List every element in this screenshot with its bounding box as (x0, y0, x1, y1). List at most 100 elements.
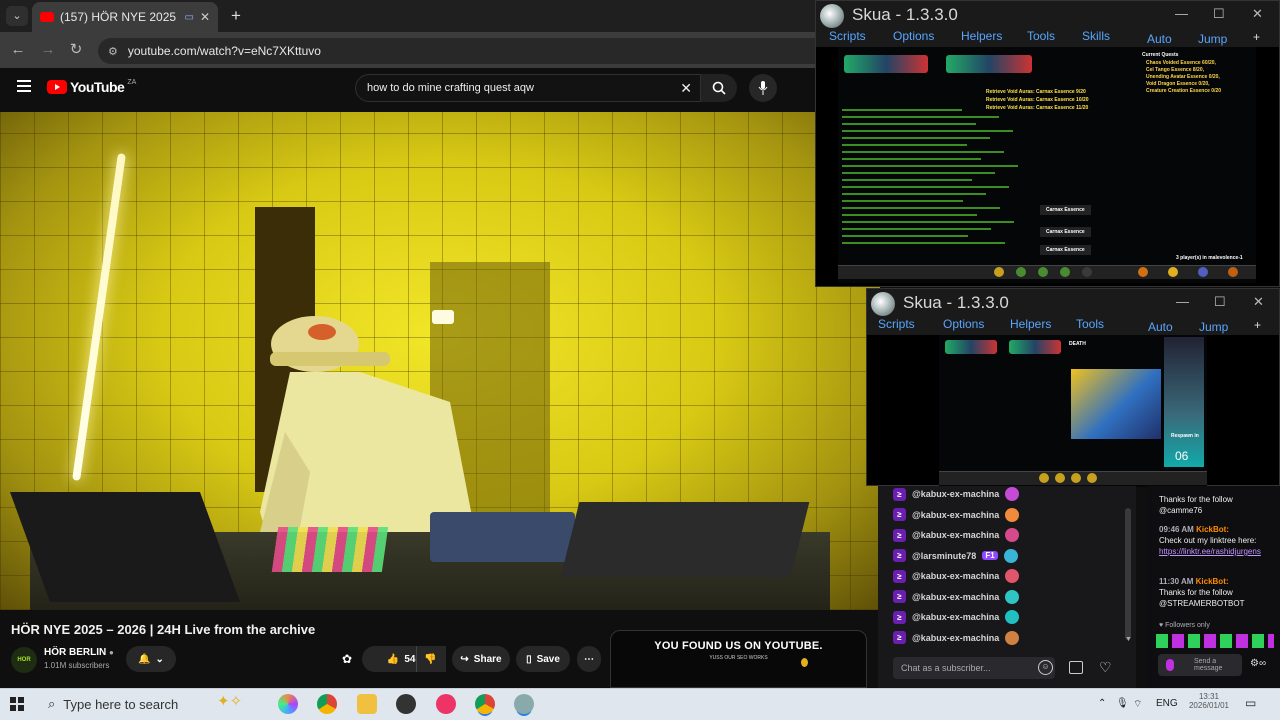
menu-scripts[interactable]: Scripts (829, 29, 866, 43)
emoji-icon[interactable]: ☺ (1038, 660, 1053, 675)
menu-helpers[interactable]: Helpers (1010, 317, 1051, 331)
voice-search-button[interactable] (749, 74, 777, 102)
site-info-icon[interactable]: ⚙ (108, 45, 118, 58)
menu-options[interactable]: Options (893, 29, 934, 43)
skua-taskbar-icon[interactable] (514, 694, 534, 714)
skill-icon[interactable] (1055, 473, 1065, 483)
skill-icon[interactable] (1060, 267, 1070, 277)
skill-icon[interactable] (1039, 473, 1049, 483)
chat-scrollbar[interactable] (1125, 508, 1131, 640)
minimize-icon[interactable]: — (1176, 294, 1189, 309)
subscribed-bell-button[interactable]: 🔔 ⌄ (126, 646, 176, 672)
tab-search-button[interactable]: ⌄ (6, 6, 28, 26)
channel-name[interactable]: HÖR BERLIN ● (44, 647, 114, 658)
menu-icon[interactable] (1168, 267, 1178, 277)
window-close-icon[interactable]: ✕ (1253, 294, 1264, 310)
promo-card[interactable]: YOU FOUND US ON YOUTUBE. YUSS OUR SEO WO… (610, 630, 867, 688)
browser-tab[interactable]: (157) HÖR NYE 2025 – 2026 ▭ ✕ (32, 2, 218, 32)
skill-icon[interactable] (1087, 473, 1097, 483)
dislike-button[interactable]: 👎 (416, 646, 444, 672)
log-line (842, 158, 981, 160)
maximize-icon[interactable]: ☐ (1214, 294, 1226, 310)
menu-jump[interactable]: Jump (1198, 32, 1227, 46)
app-icon[interactable] (436, 694, 456, 714)
back-icon[interactable]: ← (8, 40, 28, 60)
chat-username[interactable]: @kabux-ex-machina (912, 592, 999, 602)
maximize-icon[interactable]: ☐ (1213, 6, 1225, 22)
clock[interactable]: 13:31 2026/01/01 (1184, 692, 1234, 710)
chat-username[interactable]: @kabux-ex-machina (912, 571, 999, 581)
menu-auto[interactable]: Auto (1148, 320, 1173, 334)
menu-skills[interactable]: Skills (1082, 29, 1110, 43)
verified-icon: ● (109, 648, 114, 657)
skill-icon[interactable] (994, 267, 1004, 277)
gift-icon[interactable]: ✿ (342, 652, 352, 666)
chrome-icon[interactable] (317, 694, 337, 714)
drop-notice[interactable]: Carnax Essence (1040, 205, 1091, 215)
copilot-icon[interactable] (278, 694, 298, 714)
skill-icon[interactable] (1071, 473, 1081, 483)
menu-auto[interactable]: Auto (1147, 32, 1172, 46)
add-icon[interactable]: + (1253, 30, 1260, 44)
notification-icon[interactable]: ▭ (1245, 696, 1256, 710)
menu-icon[interactable] (17, 80, 31, 92)
language-indicator[interactable]: ENG (1156, 698, 1178, 709)
channel-avatar[interactable]: HOR (11, 647, 37, 673)
settings-icon[interactable]: ⚙∞ (1250, 658, 1266, 669)
search-input[interactable]: how to do mine crafting quest aqw ✕ (355, 74, 701, 102)
tab-close-icon[interactable]: ✕ (200, 10, 210, 24)
share-button[interactable]: ↪ Share (452, 646, 510, 672)
youtube-logo[interactable]: YouTube ZA (47, 79, 136, 95)
emote-icon (1005, 589, 1020, 604)
chat-username[interactable]: @kabux-ex-machina (912, 633, 999, 643)
forward-icon[interactable]: → (38, 40, 58, 60)
video-player[interactable]: ⌂ (0, 112, 880, 610)
clear-search-icon[interactable]: ✕ (680, 80, 692, 97)
linktree-link[interactable]: https://linktr.ee/rashidjurgens (1159, 547, 1261, 556)
search-button[interactable] (701, 74, 737, 102)
chat-username[interactable]: @larsminute78 (912, 551, 976, 561)
chat-username[interactable]: @kabux-ex-machina (912, 530, 999, 540)
chat-username[interactable]: @kabux-ex-machina (912, 612, 999, 622)
drop-notice[interactable]: Carnax Essence (1040, 227, 1091, 237)
menu-options[interactable]: Options (943, 317, 984, 331)
skill-icon[interactable] (1038, 267, 1048, 277)
menu-icon[interactable] (1138, 267, 1148, 277)
emote-row[interactable] (1156, 634, 1274, 648)
add-icon[interactable]: + (1254, 318, 1261, 332)
menu-scripts[interactable]: Scripts (878, 317, 915, 331)
menu-jump[interactable]: Jump (1199, 320, 1228, 334)
chrome-icon[interactable] (475, 694, 495, 714)
app-icon[interactable] (396, 694, 416, 714)
skill-icon[interactable] (1082, 267, 1092, 277)
chat-username[interactable]: @kabux-ex-machina (912, 489, 999, 499)
reload-icon[interactable]: ↻ (66, 40, 86, 60)
chat-input[interactable]: Chat as a subscriber... (893, 657, 1055, 679)
chat-username[interactable]: @kabux-ex-machina (912, 510, 999, 520)
heart-icon[interactable]: ♡ (1099, 659, 1112, 676)
save-button[interactable]: ▯ Save (516, 646, 570, 672)
menu-icon[interactable] (1198, 267, 1208, 277)
tray-chevron-icon[interactable]: ⌃ (1098, 698, 1106, 709)
gif-icon[interactable] (1069, 661, 1083, 674)
drop-notice[interactable]: Carnax Essence (1040, 245, 1091, 255)
window-close-icon[interactable]: ✕ (1252, 6, 1263, 22)
game-viewport-2[interactable]: DEATH Respawn in 06 (939, 335, 1207, 487)
minimize-icon[interactable]: — (1175, 6, 1188, 21)
skill-icon[interactable] (1016, 267, 1026, 277)
menu-tools[interactable]: Tools (1076, 317, 1104, 331)
menu-tools[interactable]: Tools (1027, 29, 1055, 43)
new-tab-button[interactable]: + (226, 6, 246, 26)
more-actions-button[interactable]: ⋯ (577, 646, 601, 672)
mic-icon[interactable] (1166, 659, 1174, 671)
taskbar-search[interactable]: ⌕ Type here to search (38, 690, 298, 718)
windows-start-icon[interactable] (10, 697, 24, 711)
file-explorer-icon[interactable] (357, 694, 377, 714)
menu-helpers[interactable]: Helpers (961, 29, 1002, 43)
scroll-down-icon[interactable]: ▼ (1125, 636, 1132, 643)
network-icon[interactable]: ⌔ (1133, 698, 1142, 711)
game-viewport-1[interactable]: Retrieve Void Auras: Carnax Essence 9/20… (838, 47, 1256, 283)
url-field[interactable]: ⚙ youtube.com/watch?v=eNc7XKttuvo (98, 38, 815, 64)
microphone-icon[interactable]: 🎙 (1116, 698, 1129, 709)
menu-icon[interactable] (1228, 267, 1238, 277)
